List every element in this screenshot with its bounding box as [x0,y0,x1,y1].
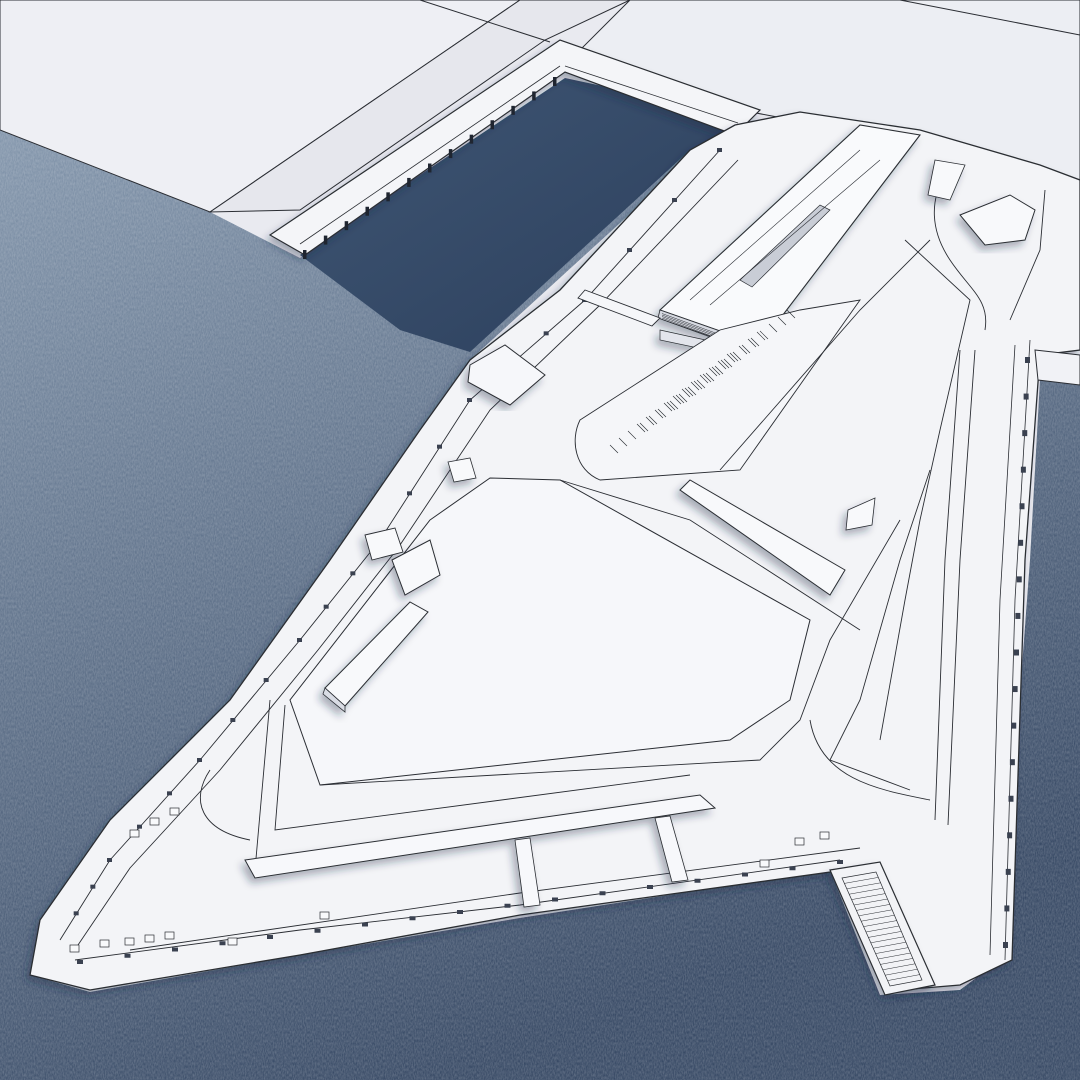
kiosk [169,807,180,816]
pier-pile [323,235,328,245]
pier-pile [448,149,453,159]
kiosk [819,831,830,840]
bollard [314,928,321,933]
kiosk [69,944,80,953]
bollard [297,638,302,642]
port-terminal-render [0,0,1080,1080]
bollard [1015,612,1021,619]
bollard [1025,357,1030,363]
bollard [437,444,442,449]
pier-pile [407,177,411,187]
bollard [467,398,472,402]
bollard [90,884,96,889]
bollard [457,910,463,914]
bollard [137,824,142,829]
bollard [1019,503,1025,510]
bollard [323,604,329,609]
bollard [1020,466,1026,473]
bollard [647,885,653,889]
bollard [837,860,843,864]
pier-pile [532,91,536,101]
pier-pile [469,134,474,144]
pier-pile [365,206,369,216]
bollard [197,758,202,762]
pier-pile [553,77,557,86]
bollard [107,858,112,862]
bollard [230,718,236,722]
bollard [1007,832,1013,839]
kiosk [149,817,160,826]
bollard [77,960,83,964]
kiosk [129,829,140,838]
east-quay-stub [1034,349,1080,386]
bollard [1012,686,1018,693]
bollard [219,941,226,946]
bollard [1022,430,1028,437]
bollard [267,935,273,939]
kiosk [164,931,175,940]
bollard [263,678,269,682]
bollard [1005,868,1011,875]
kiosk [794,837,805,846]
kiosk [144,934,155,943]
bollard [694,878,701,883]
pier-pile [490,120,494,130]
bollard [789,866,796,871]
bollard [717,148,722,152]
bollard [504,903,511,908]
bollard [124,953,131,958]
pier-pile [511,105,515,115]
bollard [627,248,632,252]
kiosk [99,939,110,948]
bollard [543,331,549,336]
bollard [362,922,368,927]
bollard [1018,539,1024,546]
bollard [1008,795,1014,802]
pier-pile [428,163,432,173]
bollard [1023,393,1029,400]
bollard [1016,576,1022,583]
bollard [407,491,412,496]
bollard [1003,942,1008,948]
bollard [409,916,416,921]
pier-pile [303,250,307,259]
bollard [599,891,606,896]
bollard [672,198,677,202]
bollard [167,791,172,796]
bollard [1009,759,1015,766]
pier-pile [386,192,390,202]
bollard [172,947,178,952]
bollard [1014,649,1019,656]
kiosk [319,911,330,920]
pier-pile [344,221,349,231]
bollard [1011,722,1017,729]
bollard [742,872,748,877]
kiosk [124,937,135,946]
bollard [1004,905,1010,912]
kiosk [227,937,238,946]
render-canvas [0,0,1080,1080]
bollard [350,571,356,576]
bollard [552,897,558,902]
kiosk [759,859,770,868]
bollard [73,911,79,916]
